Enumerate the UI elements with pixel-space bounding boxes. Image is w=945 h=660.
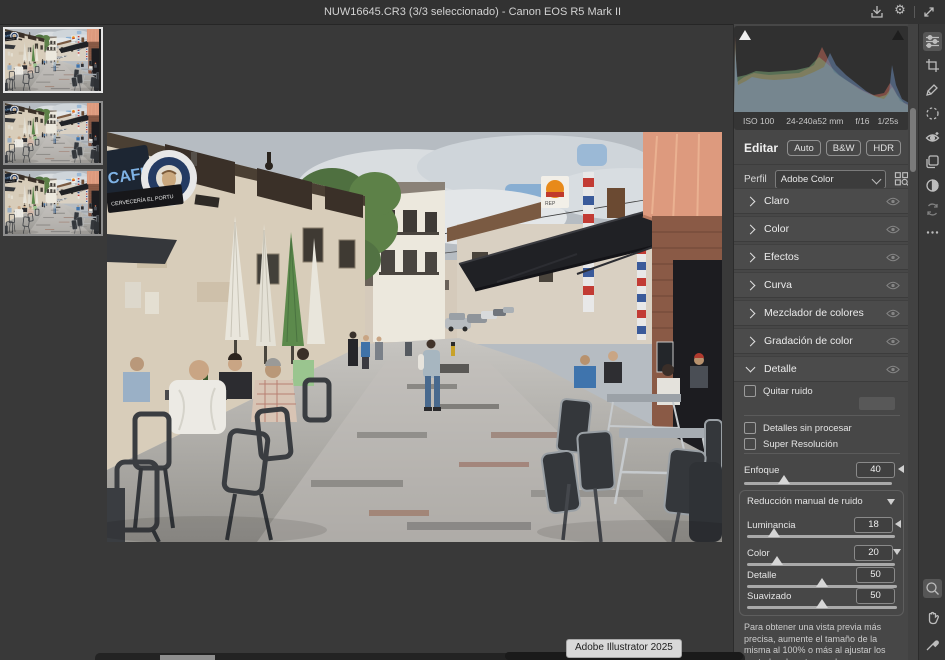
edit-header-row: Editar Auto B&W HDR <box>734 136 909 160</box>
detalles-sin-procesar-row[interactable]: Detalles sin procesar <box>744 422 852 434</box>
nr-detalle-value[interactable]: 50 <box>856 567 895 583</box>
camera-raw-window: CAFÉ CERVECERÍA EL PORTU <box>0 0 945 660</box>
color-nr-slider-thumb[interactable] <box>771 556 783 565</box>
eye-icon[interactable] <box>886 281 900 290</box>
title-bar: NUW16645.CR3 (3/3 seleccionado) - Canon … <box>0 0 945 25</box>
divider <box>744 415 900 416</box>
enfoque-slider[interactable] <box>744 482 892 485</box>
snapshots-icon[interactable] <box>923 176 942 195</box>
fullscreen-icon[interactable] <box>921 4 937 20</box>
highlight-clipping-indicator[interactable] <box>891 29 905 41</box>
profile-label: Perfil <box>744 174 767 185</box>
suavizado-slider[interactable] <box>747 606 897 609</box>
edit-panel: ISO 100 24-240a52 mm f/16 1/25s Editar A… <box>733 24 909 660</box>
section-color[interactable]: Color <box>734 216 909 242</box>
eye-icon[interactable] <box>886 253 900 262</box>
filmstrip-thumbnail-3[interactable] <box>3 169 103 236</box>
manual-nr-header[interactable]: Reducción manual de ruido <box>747 496 863 507</box>
luminancia-disclosure-icon[interactable] <box>895 520 901 528</box>
luminancia-value[interactable]: 18 <box>854 517 893 533</box>
window-title: NUW16645.CR3 (3/3 seleccionado) - Canon … <box>0 0 945 24</box>
suavizado-slider-thumb[interactable] <box>816 599 828 608</box>
aperture-value: f/16 <box>855 116 869 126</box>
detail-help-text: Para obtener una vista previa más precis… <box>744 622 902 660</box>
tool-column <box>918 24 945 660</box>
hand-tool-icon[interactable] <box>923 608 942 627</box>
enfoque-disclosure-icon[interactable] <box>898 465 904 473</box>
color-nr-disclosure-icon[interactable] <box>893 549 901 555</box>
dock-tooltip: Adobe Illustrator 2025 <box>566 639 682 658</box>
section-gradacion[interactable]: Gradación de color <box>734 328 909 354</box>
photo-preview[interactable] <box>107 132 722 542</box>
edit-tool-icon[interactable] <box>923 32 942 51</box>
manual-nr-collapse-icon[interactable] <box>887 499 895 505</box>
export-icon[interactable] <box>869 4 885 20</box>
luminancia-slider-thumb[interactable] <box>768 528 780 537</box>
luminancia-slider[interactable] <box>747 535 895 538</box>
eye-icon[interactable] <box>886 197 900 206</box>
profile-dropdown[interactable]: Adobe Color <box>775 170 886 189</box>
section-efectos[interactable]: Efectos <box>734 244 909 270</box>
enfoque-slider-thumb[interactable] <box>778 475 790 484</box>
enfoque-label: Enfoque <box>744 465 779 476</box>
bw-button[interactable]: B&W <box>826 140 862 156</box>
white-balance-tool-icon[interactable] <box>923 635 942 654</box>
quitar-ruido-checkbox[interactable] <box>744 385 756 397</box>
iso-value: ISO 100 <box>743 116 774 126</box>
eye-icon[interactable] <box>886 365 900 374</box>
more-tools-icon[interactable] <box>923 223 942 242</box>
hdr-button[interactable]: HDR <box>866 140 901 156</box>
capture-info: ISO 100 24-240a52 mm f/16 1/25s <box>734 112 909 130</box>
section-curva[interactable]: Curva <box>734 272 909 298</box>
profile-browser-icon[interactable] <box>894 171 909 187</box>
quitar-ruido-row[interactable]: Quitar ruido <box>744 385 813 397</box>
edit-panel-title: Editar <box>744 141 778 155</box>
dock-item-highlight <box>160 655 215 660</box>
suavizado-label: Suavizado <box>747 591 791 602</box>
filmstrip-thumbnail-1[interactable] <box>3 27 103 93</box>
histogram[interactable] <box>734 26 909 112</box>
profile-row: Perfil Adobe Color <box>734 164 909 191</box>
sync-icon[interactable] <box>923 200 942 219</box>
panel-scroll-area <box>908 24 918 660</box>
divider <box>744 453 900 454</box>
healing-tool-icon[interactable] <box>923 80 942 99</box>
suavizado-value[interactable]: 50 <box>856 588 895 604</box>
super-resolucion-checkbox[interactable] <box>744 438 756 450</box>
color-nr-label: Color <box>747 548 770 559</box>
lens-value: 24-240a52 mm <box>786 116 843 126</box>
color-nr-slider[interactable] <box>747 563 895 566</box>
eye-icon[interactable] <box>886 225 900 234</box>
section-detalle[interactable]: Detalle <box>734 356 909 382</box>
nr-detalle-label: Detalle <box>747 570 777 581</box>
section-mezclador[interactable]: Mezclador de colores <box>734 300 909 326</box>
denoise-amount-box-disabled <box>859 397 895 410</box>
eye-icon[interactable] <box>886 309 900 318</box>
settings-gear-icon[interactable]: ⚙ <box>892 3 908 19</box>
crop-tool-icon[interactable] <box>923 56 942 75</box>
panel-scrollbar[interactable] <box>910 108 916 172</box>
shadow-clipping-indicator[interactable] <box>738 29 752 41</box>
red-eye-tool-icon[interactable] <box>923 128 942 147</box>
enfoque-value[interactable]: 40 <box>856 462 895 478</box>
zoom-tool-icon[interactable] <box>923 579 942 598</box>
auto-button[interactable]: Auto <box>787 140 821 156</box>
presets-icon[interactable] <box>923 152 942 171</box>
titlebar-divider <box>914 6 915 18</box>
color-nr-value[interactable]: 20 <box>854 545 893 561</box>
section-claro[interactable]: Claro <box>734 188 909 214</box>
masking-tool-icon[interactable] <box>923 104 942 123</box>
eye-icon[interactable] <box>886 337 900 346</box>
nr-detalle-slider-thumb[interactable] <box>816 578 828 587</box>
detalles-sin-procesar-checkbox[interactable] <box>744 422 756 434</box>
profile-value: Adobe Color <box>781 174 834 185</box>
shutter-value: 1/25s <box>878 116 899 126</box>
filmstrip-thumbnail-2[interactable] <box>3 101 103 165</box>
super-resolucion-row[interactable]: Super Resolución <box>744 438 838 450</box>
